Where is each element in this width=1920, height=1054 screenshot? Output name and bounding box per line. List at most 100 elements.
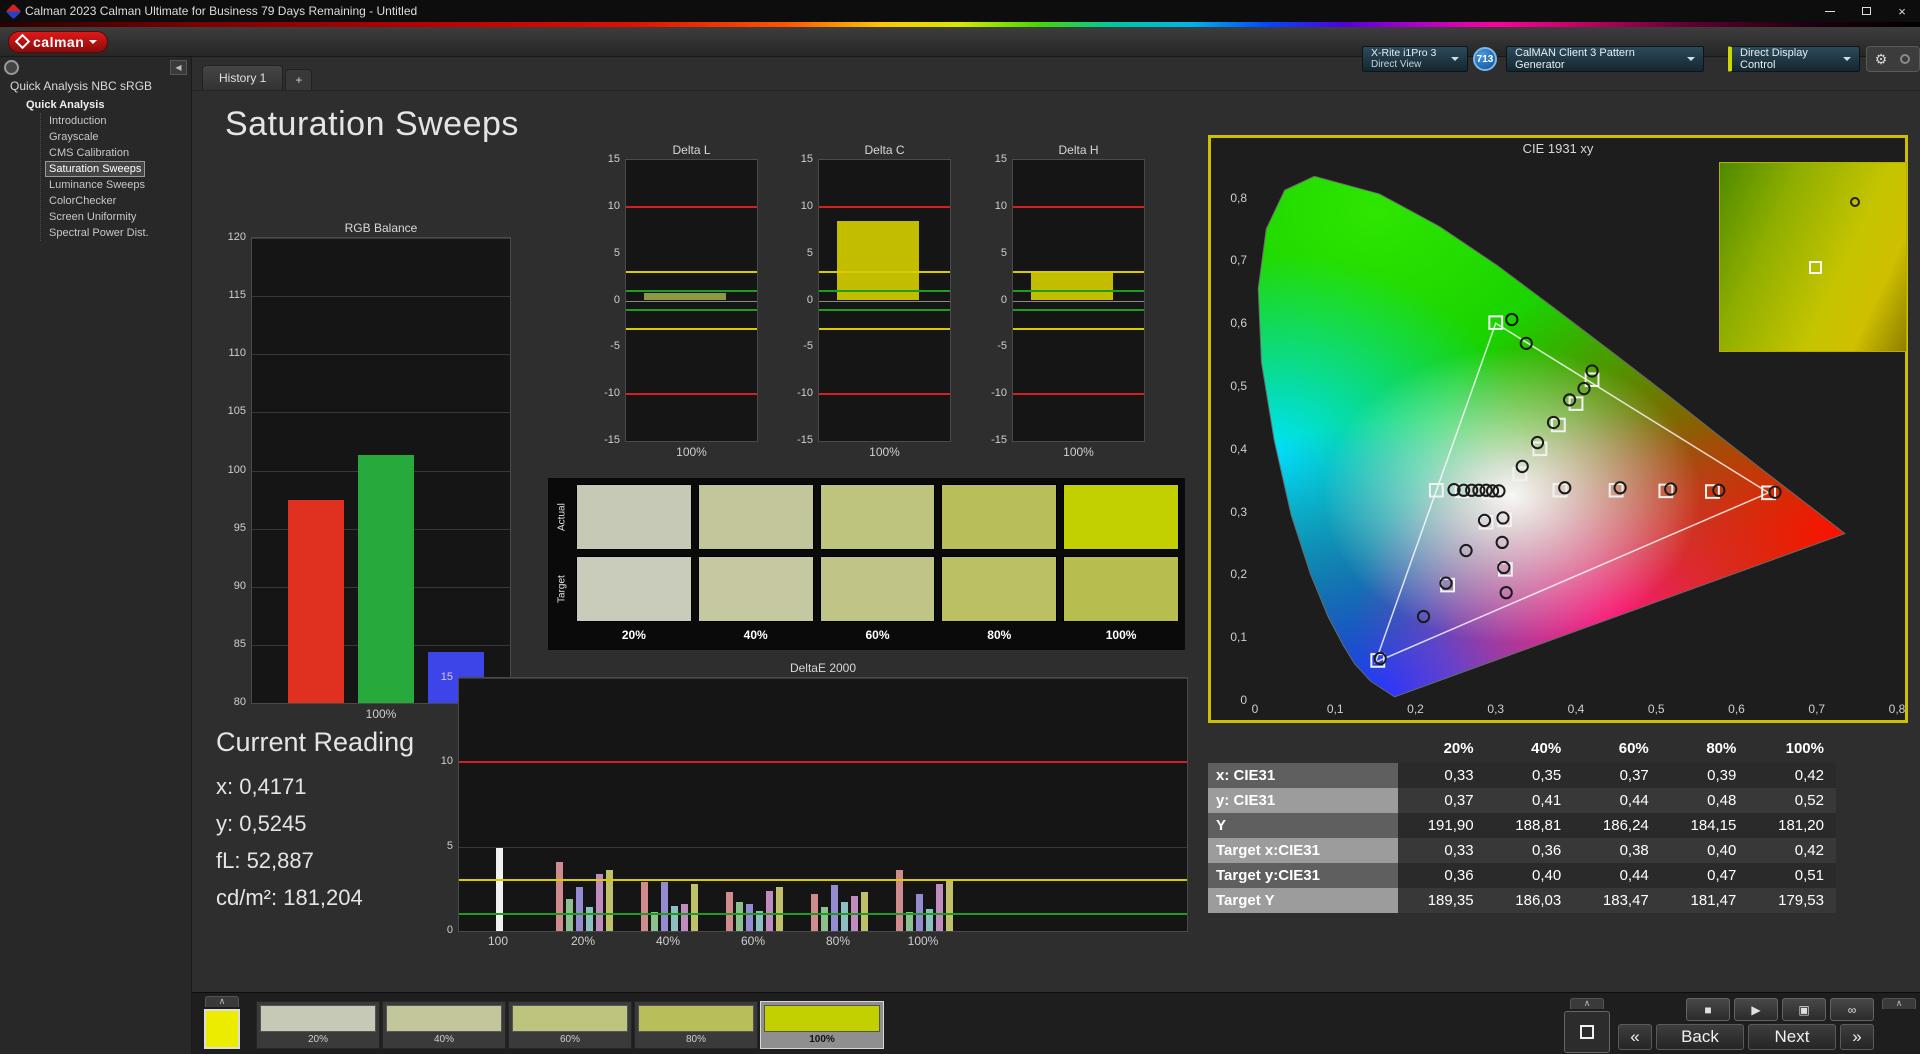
deltae-bar <box>680 904 688 931</box>
maximize-button[interactable] <box>1848 0 1884 22</box>
swatch-color <box>512 1005 628 1032</box>
delta-bar <box>837 220 919 301</box>
next-button[interactable]: Next <box>1748 1024 1836 1050</box>
deltae-bar <box>945 880 953 931</box>
settings-gear-button[interactable]: ⚙ <box>1870 49 1892 69</box>
collapse-tab[interactable]: ∧ <box>1570 998 1604 1009</box>
swatch-label: 80% <box>685 1034 706 1045</box>
y-tick-label: -10 <box>991 387 1007 400</box>
sidebar-item-luminance-sweeps[interactable]: Luminance Sweeps <box>45 177 149 193</box>
deltae-bar <box>555 861 563 931</box>
collapse-tab[interactable]: ∧ <box>205 996 239 1007</box>
table-row: x: CIE31 0,33 0,35 0,37 0,39 0,42 <box>1208 763 1836 788</box>
y-tick-label: -5 <box>997 340 1007 353</box>
double-chevron-left-icon: « <box>1630 1027 1640 1046</box>
last-page-button[interactable]: » <box>1840 1024 1874 1050</box>
pattern-swatch-40%[interactable]: 40% <box>382 1001 506 1049</box>
measurement-table: 20% 40% 60% 80% 100% x: CIE31 0,33 0,35 0,37 0,39… <box>1208 736 1836 913</box>
limit-line <box>626 290 757 293</box>
pattern-window-button[interactable] <box>1564 1011 1610 1053</box>
save-button[interactable]: ▣ <box>1782 998 1826 1021</box>
limit-line <box>1013 327 1144 330</box>
y-tick-label: 5 <box>613 246 620 259</box>
delta-c-chart: Delta C 15 10 5 0 -5 -10 -15 100% <box>788 143 953 459</box>
limit-line <box>819 327 950 330</box>
delta-l-chart: Delta L 15 10 5 0 -5 -10 -15 100% <box>595 143 760 459</box>
swatch-label: 20% <box>307 1034 328 1045</box>
workflow-root-node[interactable]: Quick Analysis <box>0 97 191 113</box>
deltae-bar <box>640 882 648 931</box>
table-cell: 0,35 <box>1485 763 1574 788</box>
x-tick-label: 60% <box>740 934 766 948</box>
meter-dropdown[interactable]: X-Rite i1Pro 3 Direct View <box>1362 46 1468 72</box>
app-icon <box>5 3 22 19</box>
collapse-tab[interactable]: ∧ <box>1882 998 1916 1009</box>
deltae-bar <box>745 904 753 931</box>
play-button[interactable]: ▶ <box>1734 998 1778 1021</box>
chevron-down-icon <box>1687 57 1695 65</box>
table-cell: 181,47 <box>1660 888 1749 913</box>
table-cell: 0,44 <box>1573 788 1661 813</box>
y-tick-label: 15 <box>800 153 813 165</box>
minimize-button[interactable] <box>1812 0 1848 22</box>
sidebar-item-spectral-power-dist-[interactable]: Spectral Power Dist. <box>45 225 153 241</box>
back-button[interactable]: Back <box>1656 1024 1744 1050</box>
pattern-preview-cluster: ∧ <box>204 996 240 1049</box>
y-tick-label: 100 <box>227 463 246 476</box>
y-tick-label: 5 <box>1000 246 1007 259</box>
y-tick-label: 15 <box>440 671 453 683</box>
sidebar-item-introduction[interactable]: Introduction <box>45 113 110 129</box>
deltae-bar <box>820 907 828 931</box>
pattern-generator-dropdown[interactable]: CalMAN Client 3 Pattern Generator <box>1506 46 1704 72</box>
workflow-title: Quick Analysis NBC sRGB <box>10 79 153 93</box>
table-cell: 0,42 <box>1748 763 1836 788</box>
pattern-swatch-20%[interactable]: 20% <box>256 1001 380 1049</box>
table-cell: 191,90 <box>1398 813 1486 838</box>
y-tick-label: 115 <box>228 289 246 302</box>
sidebar-item-cms-calibration[interactable]: CMS Calibration <box>45 145 133 161</box>
pattern-swatch-100%[interactable]: 100% <box>760 1001 884 1049</box>
y-axis: 15 10 5 0 -5 -10 -15 <box>982 153 1012 446</box>
active-pattern-swatch[interactable] <box>204 1009 240 1049</box>
x-tick-label: 100 <box>487 934 509 948</box>
swatch-label: 60% <box>559 1034 580 1045</box>
deltae-bar <box>935 883 943 931</box>
calman-menu-button[interactable]: calman <box>8 30 109 53</box>
table-row: Target y:CIE31 0,36 0,40 0,44 0,47 0,51 <box>1208 863 1836 888</box>
limit-line <box>819 308 950 311</box>
stop-button[interactable]: ■ <box>1686 998 1730 1021</box>
sidebar-item-screen-uniformity[interactable]: Screen Uniformity <box>45 209 140 225</box>
target-swatch-40% <box>697 556 814 622</box>
close-button[interactable]: × <box>1884 0 1920 22</box>
stop-icon: ■ <box>1704 1002 1712 1017</box>
target-row-label: Target <box>556 575 568 603</box>
table-cell: 184,15 <box>1660 813 1749 838</box>
display-control-dropdown[interactable]: Direct Display Control <box>1728 46 1860 72</box>
calman-logo-text: calman <box>33 33 85 50</box>
sidebar-item-colorchecker[interactable]: ColorChecker <box>45 193 120 209</box>
limit-line <box>1013 308 1144 311</box>
pattern-swatch-60%[interactable]: 60% <box>508 1001 632 1049</box>
deltae-bar <box>660 882 668 931</box>
swatch-grid: Actual Target 20% 40% 60% 80% 100% <box>554 484 1179 644</box>
secondary-settings-button[interactable] <box>1894 49 1916 69</box>
y-tick-label: 10 <box>994 199 1007 212</box>
reading-x: x: 0,4171 <box>216 774 307 799</box>
continuous-measure-button[interactable]: ∞ <box>1830 998 1874 1021</box>
sidebar-item-grayscale[interactable]: Grayscale <box>45 129 103 145</box>
sidebar-item-saturation-sweeps[interactable]: Saturation Sweeps <box>45 161 146 177</box>
gridline <box>459 678 1187 679</box>
window-title: Calman 2023 Calman Ultimate for Business… <box>25 4 418 18</box>
add-tab-button[interactable]: + <box>285 69 313 90</box>
tab-history-1[interactable]: History 1 <box>202 65 284 90</box>
zero-line <box>1013 300 1144 302</box>
plot-area <box>251 237 511 704</box>
first-page-button[interactable]: « <box>1618 1024 1652 1050</box>
pattern-swatch-80%[interactable]: 80% <box>634 1001 758 1049</box>
deltae-bar <box>725 892 733 931</box>
table-cell: 0,48 <box>1660 788 1749 813</box>
sidebar-collapse-button[interactable]: ◀ <box>170 59 187 75</box>
row-label: Target x:CIE31 <box>1208 838 1398 863</box>
session-button[interactable] <box>4 59 19 75</box>
limit-line <box>459 761 1187 764</box>
